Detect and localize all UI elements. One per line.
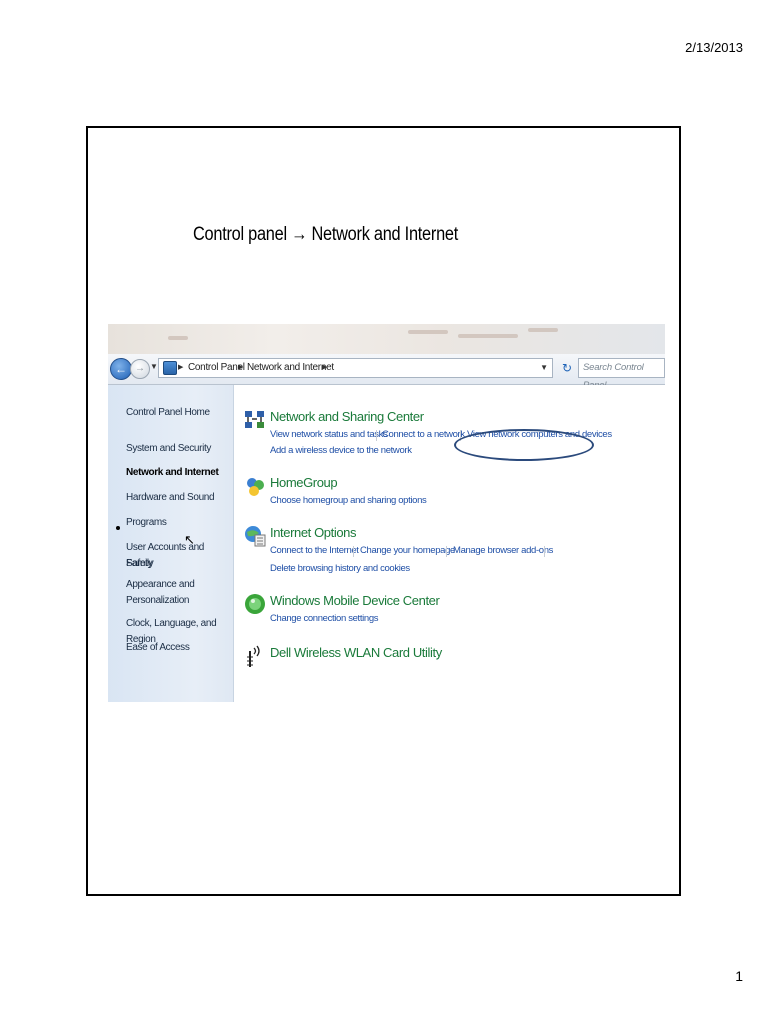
chevron-right-icon[interactable]: ▶ <box>178 359 183 377</box>
page-date: 2/13/2013 <box>685 40 743 55</box>
breadcrumb-network-and-internet[interactable]: Network and Internet <box>247 359 334 377</box>
wireless-antenna-icon <box>247 645 260 667</box>
window-titlebar <box>108 324 665 354</box>
link-view-network-status[interactable]: View network status and tasks <box>270 429 388 440</box>
link-connect-to-internet[interactable]: Connect to the Internet <box>270 545 359 556</box>
sidebar: Control Panel Home System and Security N… <box>108 385 234 702</box>
highlight-ellipse <box>454 429 594 461</box>
forward-arrow-icon[interactable]: → <box>130 359 150 379</box>
address-dropdown-icon[interactable]: ▼ <box>540 359 548 377</box>
chevron-right-icon[interactable]: ▶ <box>322 359 327 377</box>
active-bullet <box>116 526 120 530</box>
network-sharing-icon <box>245 411 264 428</box>
breadcrumb-control-panel[interactable]: Control Panel <box>188 359 245 377</box>
link-separator <box>446 546 447 557</box>
category-dell-wireless-wlan-utility[interactable]: Dell Wireless WLAN Card Utility <box>270 645 442 660</box>
sidebar-item-appearance-line2[interactable]: Personalization <box>126 593 189 609</box>
back-arrow-icon[interactable]: ← <box>110 358 132 380</box>
category-content: Network and Sharing Center View network … <box>234 385 665 702</box>
link-change-homepage[interactable]: Change your homepage <box>360 545 455 556</box>
internet-options-icon <box>245 526 266 547</box>
link-delete-browsing-history[interactable]: Delete browsing history and cookies <box>270 563 410 574</box>
category-windows-mobile-device-center[interactable]: Windows Mobile Device Center <box>270 593 440 608</box>
homegroup-icon <box>247 478 264 496</box>
chevron-right-icon[interactable]: ▶ <box>238 359 243 377</box>
link-homegroup-sharing-options[interactable]: Choose homegroup and sharing options <box>270 495 427 506</box>
history-dropdown-icon[interactable]: ▼ <box>150 362 158 371</box>
search-input[interactable]: Search Control Panel <box>578 358 665 391</box>
slide: Control panel → Network and Internet ← →… <box>86 126 681 896</box>
link-connect-to-network[interactable]: Connect to a network <box>382 429 465 440</box>
sidebar-item-appearance[interactable]: Appearance and <box>126 577 195 593</box>
sidebar-item-network-and-internet[interactable]: Network and Internet <box>126 465 219 481</box>
navigation-bar: ← → ▼ ▶ Control Panel ▶ Network and Inte… <box>108 354 665 391</box>
sidebar-item-system-and-security[interactable]: System and Security <box>126 441 211 457</box>
sidebar-item-programs[interactable]: Programs <box>126 515 167 531</box>
control-panel-icon <box>163 361 177 375</box>
link-separator <box>353 546 354 557</box>
category-homegroup[interactable]: HomeGroup <box>270 475 338 490</box>
control-panel-window: ← → ▼ ▶ Control Panel ▶ Network and Inte… <box>108 324 665 702</box>
link-separator <box>544 546 545 557</box>
link-separator <box>376 430 377 441</box>
sidebar-item-ease-of-access[interactable]: Ease of Access <box>126 640 190 656</box>
address-bar[interactable]: ▶ Control Panel ▶ Network and Internet ▶… <box>158 358 553 378</box>
sidebar-item-user-accounts-line2[interactable]: Safety <box>126 556 153 572</box>
link-add-wireless-device[interactable]: Add a wireless device to the network <box>270 445 412 456</box>
refresh-icon[interactable]: ↻ <box>558 358 576 378</box>
mobile-device-center-icon <box>245 594 265 614</box>
category-network-sharing-center[interactable]: Network and Sharing Center <box>270 409 424 424</box>
category-internet-options[interactable]: Internet Options <box>270 525 357 540</box>
slide-title: Control panel → Network and Internet <box>193 224 459 245</box>
sidebar-item-hardware-and-sound[interactable]: Hardware and Sound <box>126 490 215 506</box>
link-change-connection-settings[interactable]: Change connection settings <box>270 613 379 624</box>
link-manage-browser-addons[interactable]: Manage browser add-ons <box>453 545 553 556</box>
sidebar-item-control-panel-home[interactable]: Control Panel Home <box>126 405 210 421</box>
page-number: 1 <box>735 968 743 984</box>
